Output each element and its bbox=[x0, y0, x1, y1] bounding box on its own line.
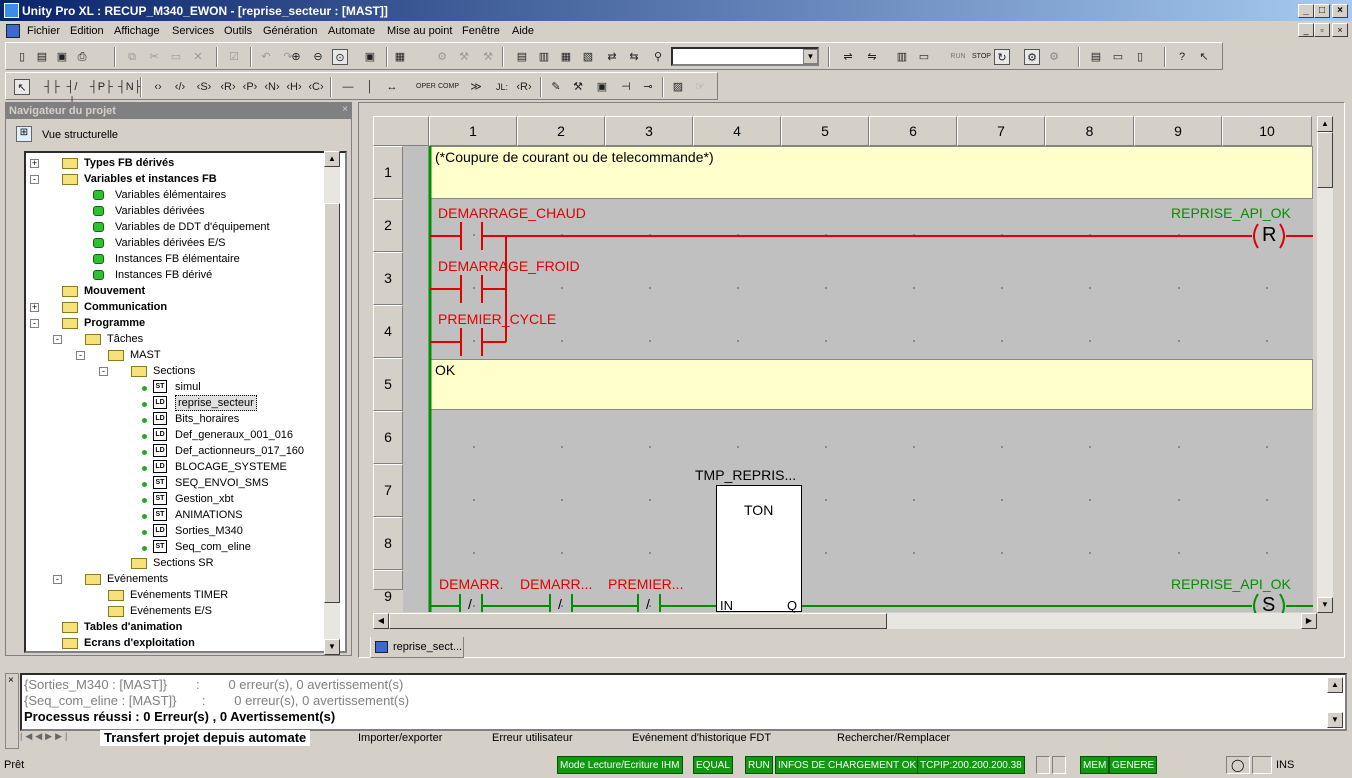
contact-neg-2: / bbox=[558, 596, 562, 612]
output-close-icon[interactable]: × bbox=[8, 675, 14, 686]
output-tab-nav-icons[interactable]: |◀◀▶▶| bbox=[20, 731, 90, 745]
contact-neg-3: / bbox=[646, 596, 650, 612]
output-line-3: Processus réussi : 0 Erreur(s) , 0 Avert… bbox=[24, 709, 336, 724]
grid-dots bbox=[473, 234, 1268, 607]
status-slot-3 bbox=[1252, 756, 1272, 774]
editor-tab-label: reprise_sect... bbox=[393, 641, 463, 653]
status-mem: MEM bbox=[1080, 756, 1110, 774]
editor-scroll-down[interactable]: ▼ bbox=[1317, 597, 1333, 613]
output-scroll-up[interactable]: ▲ bbox=[1327, 677, 1343, 693]
rung-comment-2[interactable]: OK bbox=[430, 359, 1313, 410]
status-slot-2 bbox=[1052, 756, 1066, 774]
contact-premier[interactable]: PREMIER... bbox=[608, 576, 683, 592]
output-window: {Sorties_M340 : [MAST]} : 0 erreur(s), 0… bbox=[20, 673, 1347, 731]
status-slot-1 bbox=[1036, 756, 1050, 774]
coil-reset-letter[interactable]: R bbox=[1262, 224, 1276, 247]
timer-pin-in: IN bbox=[720, 598, 733, 613]
status-tcpip: TCPIP:200.200.200.38 bbox=[917, 756, 1025, 774]
editor-hscrollbar[interactable]: ◀ ▶ bbox=[373, 613, 1317, 629]
editor-vscrollbar[interactable]: ▲ ▼ bbox=[1317, 116, 1333, 613]
status-ins: INS bbox=[1276, 759, 1295, 771]
status-run: RUN bbox=[745, 756, 773, 774]
output-scroll-down[interactable]: ▼ bbox=[1327, 712, 1343, 728]
timer-pin-q: Q bbox=[787, 598, 798, 613]
tab-importer-exporter[interactable]: Importer/exporter bbox=[358, 730, 442, 746]
editor-scroll-up[interactable]: ▲ bbox=[1317, 116, 1333, 132]
status-ready: Prêt bbox=[4, 759, 25, 771]
coil-set-variable[interactable]: REPRISE_API_OK bbox=[1171, 576, 1291, 592]
ld-section-icon bbox=[375, 641, 388, 653]
contact-demarrage-chaud[interactable]: DEMARRAGE_CHAUD bbox=[438, 205, 586, 221]
status-generated: GENERE bbox=[1109, 756, 1158, 774]
timer-instance-name[interactable]: TMP_REPRIS... bbox=[695, 467, 796, 483]
tab-transfert-projet[interactable]: Transfert projet depuis automate bbox=[100, 730, 311, 746]
status-lightbulb: ◯ bbox=[1226, 756, 1250, 774]
output-grip: × bbox=[5, 673, 19, 749]
tab-erreur-utilisateur[interactable]: Erreur utilisateur bbox=[492, 730, 573, 746]
output-line-2: {Seq_com_eline : [MAST]} : 0 erreur(s), … bbox=[24, 693, 410, 708]
rung-comment-1[interactable]: (*Coupure de courant ou de telecommande*… bbox=[430, 146, 1313, 199]
contact-premier-cycle[interactable]: PREMIER_CYCLE bbox=[438, 311, 556, 327]
tab-rechercher-remplacer[interactable]: Rechercher/Remplacer bbox=[837, 730, 950, 746]
output-line-1: {Sorties_M340 : [MAST]} : 0 erreur(s), 0… bbox=[24, 677, 404, 692]
lightbulb-icon: ◯ bbox=[1231, 758, 1245, 772]
contact-demarrage-froid[interactable]: DEMARRAGE_FROID bbox=[438, 258, 580, 274]
editor-tab[interactable]: reprise_sect... bbox=[370, 637, 464, 658]
editor-scroll-right[interactable]: ▶ bbox=[1301, 613, 1317, 629]
status-mode: Mode Lecture/Ecriture IHM bbox=[557, 756, 683, 774]
tab-historique-fdt[interactable]: Evénement d'historique FDT bbox=[632, 730, 771, 746]
timer-type: TON bbox=[744, 502, 774, 518]
contact-demarr-2[interactable]: DEMARR... bbox=[520, 576, 592, 592]
editor-scroll-left[interactable]: ◀ bbox=[373, 613, 389, 629]
editor-hscroll-thumb[interactable] bbox=[389, 613, 887, 629]
coil-reset-variable[interactable]: REPRISE_API_OK bbox=[1171, 205, 1291, 221]
status-equal: EQUAL bbox=[693, 756, 733, 774]
status-load: INFOS DE CHARGEMENT OK bbox=[775, 756, 920, 774]
editor-vscroll-thumb[interactable] bbox=[1317, 132, 1333, 188]
contact-demarr-1[interactable]: DEMARR. bbox=[439, 576, 504, 592]
contact-neg-1: / bbox=[468, 596, 472, 612]
